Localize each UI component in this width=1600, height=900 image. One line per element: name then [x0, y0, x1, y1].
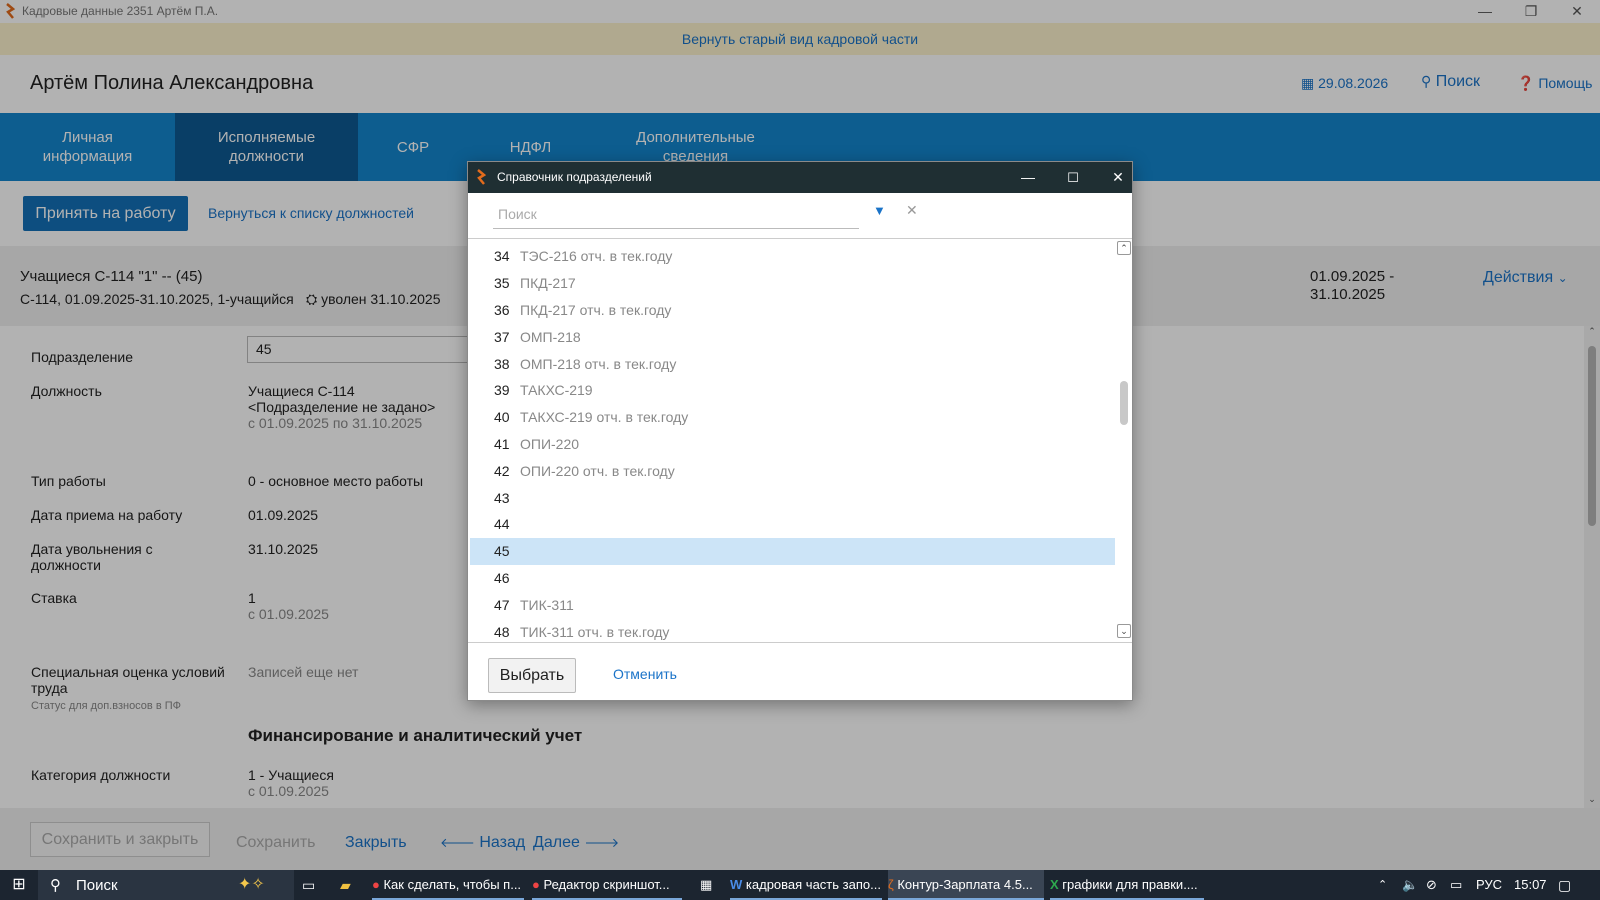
excel-icon: X — [1050, 877, 1059, 892]
select-button[interactable]: Выбрать — [488, 658, 576, 693]
kontur-icon: ζ — [888, 877, 894, 892]
dialog-search-input[interactable]: Поиск — [493, 199, 859, 229]
battery-icon[interactable]: ▭ — [1450, 870, 1466, 900]
item-name: ПКД-217 отч. в тек.году — [520, 302, 672, 318]
list-item[interactable]: 34 ТЭС-216 отч. в тек.году — [470, 243, 1115, 270]
notifications-icon[interactable]: ▢ — [1558, 870, 1578, 900]
volume-icon[interactable]: 🔈 — [1402, 870, 1418, 900]
list-item[interactable]: 38 ОМП-218 отч. в тек.году — [470, 351, 1115, 378]
word-icon: W — [730, 877, 743, 892]
dialog-title-bar: Справочник подразделений — ☐ ✕ — [468, 162, 1132, 193]
taskbar-search-label[interactable]: Поиск — [76, 877, 118, 894]
item-name: ОМП-218 отч. в тек.году — [520, 356, 677, 372]
list-item[interactable]: 46 — [470, 565, 1115, 592]
department-list: 34 ТЭС-216 отч. в тек.году 35 ПКД-217 36 ПК… — [468, 238, 1132, 643]
list-item[interactable]: 48 ТИК-311 отч. в тек.году — [470, 619, 1115, 642]
taskbar-item-label: графики для правки.... — [1062, 877, 1198, 892]
list-item[interactable]: 42 ОПИ-220 отч. в тек.году — [470, 458, 1115, 485]
list-item[interactable]: 37 ОМП-218 — [470, 324, 1115, 351]
taskbar-item-label: кадровая часть запо... — [745, 877, 881, 892]
list-scroll-up-icon[interactable]: ⌃ — [1117, 241, 1131, 255]
filter-icon[interactable]: ▼ — [873, 203, 886, 218]
taskbar-item-label: Контур-Зарплата 4.5... — [897, 877, 1033, 892]
item-name: ОПИ-220 отч. в тек.году — [520, 463, 675, 479]
clock[interactable]: 15:07 — [1514, 870, 1548, 900]
taskbar-item-browser-1[interactable]: ● Как сделать, чтобы п... — [372, 870, 524, 900]
language-indicator[interactable]: РУС — [1476, 870, 1506, 900]
item-name: ТЭС-216 отч. в тек.году — [520, 248, 673, 264]
taskbar-item-excel[interactable]: X графики для правки.... — [1050, 870, 1204, 900]
list-item[interactable]: 41 ОПИ-220 — [470, 431, 1115, 458]
dialog-close-button[interactable]: ✕ — [1103, 162, 1133, 193]
list-item[interactable]: 47 ТИК-311 — [470, 592, 1115, 619]
taskbar-item-label: Как сделать, чтобы п... — [383, 877, 522, 892]
taskbar-search-icon: ⚲ — [50, 877, 61, 894]
taskbar-item-browser-2[interactable]: ● Редактор скриншот... — [532, 870, 682, 900]
list-item-selected[interactable]: 45 — [470, 538, 1115, 565]
department-directory-dialog: Справочник подразделений — ☐ ✕ Поиск ▼ ✕… — [467, 161, 1133, 701]
item-name: ТАКХС-219 отч. в тек.году — [520, 409, 689, 425]
browser-icon: ● — [372, 877, 380, 892]
item-number: 43 — [494, 490, 510, 506]
tray-chevron-icon[interactable]: ⌃ — [1378, 870, 1392, 900]
item-number: 42 — [494, 463, 510, 479]
list-scroll-thumb[interactable] — [1120, 381, 1128, 425]
item-name: ТИК-311 отч. в тек.году — [520, 624, 670, 640]
item-number: 36 — [494, 302, 510, 318]
taskbar-search[interactable]: ⚲ Поиск ✦✧ — [38, 870, 294, 900]
list-scroll-down-icon[interactable]: ⌄ — [1117, 624, 1131, 638]
item-number: 34 — [494, 248, 510, 264]
item-number: 44 — [494, 516, 510, 532]
item-name: ТАКХС-219 — [520, 382, 593, 398]
item-number: 38 — [494, 356, 510, 372]
task-view-icon[interactable]: ▭ — [302, 870, 322, 900]
list-item[interactable]: 35 ПКД-217 — [470, 270, 1115, 297]
taskbar-item-label: Редактор скриншот... — [543, 877, 670, 892]
item-number: 45 — [494, 543, 510, 559]
item-name: ТИК-311 — [520, 597, 574, 613]
item-name: ОПИ-220 — [520, 436, 580, 452]
taskbar-item-word[interactable]: W кадровая часть запо... — [730, 870, 882, 900]
dialog-title: Справочник подразделений — [497, 170, 652, 184]
app-logo-icon — [477, 169, 486, 185]
list-item[interactable]: 36 ПКД-217 отч. в тек.году — [470, 297, 1115, 324]
item-number: 35 — [494, 275, 510, 291]
list-item[interactable]: 44 — [470, 511, 1115, 538]
list-scrollbar[interactable]: ⌃ ⌄ — [1116, 239, 1132, 642]
list-item[interactable]: 39 ТАКХС-219 — [470, 377, 1115, 404]
dialog-minimize-button[interactable]: — — [1013, 162, 1043, 193]
calculator-icon[interactable]: ▦ — [700, 870, 716, 900]
item-name: ПКД-217 — [520, 275, 576, 291]
sparkle-icon: ✦✧ — [238, 876, 265, 893]
item-number: 39 — [494, 382, 510, 398]
browser-icon: ● — [532, 877, 540, 892]
item-number: 40 — [494, 409, 510, 425]
windows-start-icon[interactable]: ⊞ — [8, 870, 30, 900]
clear-search-icon[interactable]: ✕ — [906, 202, 918, 219]
taskbar-item-kontur[interactable]: ζ Контур-Зарплата 4.5... — [888, 870, 1044, 900]
dialog-maximize-button[interactable]: ☐ — [1058, 162, 1088, 193]
cancel-button[interactable]: Отменить — [613, 666, 677, 682]
list-item[interactable]: 40 ТАКХС-219 отч. в тек.году — [470, 404, 1115, 431]
item-number: 47 — [494, 597, 510, 613]
list-item[interactable]: 43 — [470, 485, 1115, 512]
file-explorer-icon[interactable]: ▰ — [340, 870, 362, 900]
item-number: 37 — [494, 329, 510, 345]
item-number: 46 — [494, 570, 510, 586]
network-icon[interactable]: ⊘ — [1426, 870, 1442, 900]
windows-taskbar: ⊞ ⚲ Поиск ✦✧ ▭ ▰ ● Как сделать, чтобы п.… — [0, 870, 1600, 900]
item-number: 41 — [494, 436, 510, 452]
item-name: ОМП-218 — [520, 329, 581, 345]
item-number: 48 — [494, 624, 510, 640]
